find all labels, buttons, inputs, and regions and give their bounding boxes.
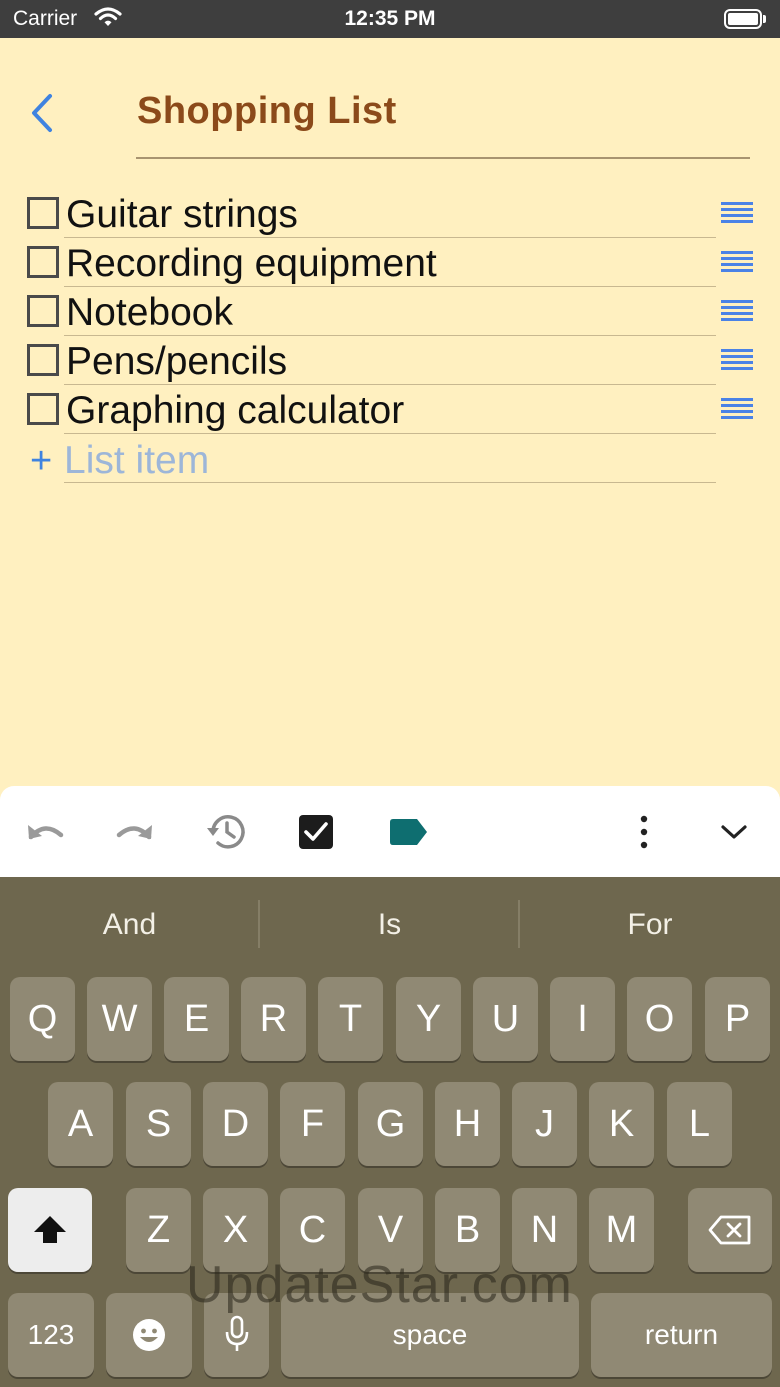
drag-handle-icon[interactable] <box>721 251 753 279</box>
key-t[interactable]: T <box>318 977 383 1061</box>
dictation-key[interactable] <box>204 1293 269 1377</box>
microphone-icon <box>225 1315 248 1351</box>
key-h[interactable]: H <box>435 1082 500 1166</box>
key-k[interactable]: K <box>589 1082 654 1166</box>
clock: 12:35 PM <box>344 7 436 30</box>
key-i[interactable]: I <box>550 977 615 1061</box>
suggestion-2[interactable]: Is <box>260 905 519 945</box>
key-y[interactable]: Y <box>396 977 461 1061</box>
more-vertical-icon <box>640 815 648 849</box>
key-f[interactable]: F <box>280 1082 345 1166</box>
emoji-key[interactable] <box>106 1293 192 1377</box>
key-q[interactable]: Q <box>10 977 75 1061</box>
space-key[interactable]: space <box>281 1293 579 1377</box>
checkbox-toggle-button[interactable] <box>292 808 340 856</box>
key-u[interactable]: U <box>473 977 538 1061</box>
battery-icon <box>724 9 766 29</box>
item-divider <box>64 335 716 336</box>
item-checkbox[interactable] <box>27 393 59 425</box>
drag-handle-icon[interactable] <box>721 349 753 377</box>
shift-arrow-icon <box>34 1216 66 1243</box>
key-r[interactable]: R <box>241 977 306 1061</box>
item-divider <box>64 237 716 238</box>
suggestion-1[interactable]: And <box>0 905 259 945</box>
suggestion-3[interactable]: For <box>520 905 780 945</box>
key-j[interactable]: J <box>512 1082 577 1166</box>
backspace-icon <box>708 1215 751 1245</box>
redo-button[interactable] <box>111 808 159 856</box>
item-checkbox[interactable] <box>27 197 59 229</box>
return-key[interactable]: return <box>591 1293 772 1377</box>
undo-button[interactable] <box>21 808 69 856</box>
label-tag-icon <box>390 819 427 845</box>
drag-handle-icon[interactable] <box>721 398 753 426</box>
key-e[interactable]: E <box>164 977 229 1061</box>
item-divider <box>64 433 716 434</box>
key-z[interactable]: Z <box>126 1188 191 1272</box>
drag-handle-icon[interactable] <box>721 300 753 328</box>
key-m[interactable]: M <box>589 1188 654 1272</box>
item-divider <box>64 384 716 385</box>
key-v[interactable]: V <box>358 1188 423 1272</box>
key-l[interactable]: L <box>667 1082 732 1166</box>
status-bar: Carrier 12:35 PM <box>0 0 780 38</box>
history-icon <box>207 815 245 849</box>
backspace-key[interactable] <box>688 1188 772 1272</box>
key-a[interactable]: A <box>48 1082 113 1166</box>
item-checkbox[interactable] <box>27 295 59 327</box>
item-divider <box>64 286 716 287</box>
drag-handle-icon[interactable] <box>721 202 753 230</box>
key-o[interactable]: O <box>627 977 692 1061</box>
item-label[interactable]: Graphing calculator <box>66 391 404 430</box>
key-p[interactable]: P <box>705 977 770 1061</box>
plus-icon[interactable]: + <box>30 442 52 480</box>
numbers-key[interactable]: 123 <box>8 1293 94 1377</box>
collapse-keyboard-button[interactable] <box>710 808 758 856</box>
undo-icon <box>28 825 64 840</box>
key-g[interactable]: G <box>358 1082 423 1166</box>
chevron-left-icon <box>32 94 52 132</box>
emoji-icon <box>133 1319 165 1351</box>
key-b[interactable]: B <box>435 1188 500 1272</box>
item-divider <box>64 482 716 483</box>
more-options-button[interactable] <box>620 808 668 856</box>
title-divider <box>136 157 750 159</box>
key-w[interactable]: W <box>87 977 152 1061</box>
item-label[interactable]: Notebook <box>66 293 233 332</box>
key-s[interactable]: S <box>126 1082 191 1166</box>
key-c[interactable]: C <box>280 1188 345 1272</box>
label-button[interactable] <box>384 808 432 856</box>
checkbox-toggle-icon <box>299 815 333 849</box>
key-d[interactable]: D <box>203 1082 268 1166</box>
shift-key[interactable] <box>8 1188 92 1272</box>
add-item-input[interactable] <box>64 438 716 484</box>
item-checkbox[interactable] <box>27 344 59 376</box>
item-label[interactable]: Pens/pencils <box>66 342 287 381</box>
item-checkbox[interactable] <box>27 246 59 278</box>
chevron-down-icon <box>721 825 747 839</box>
back-button[interactable] <box>26 92 66 136</box>
redo-icon <box>116 825 152 840</box>
item-label[interactable]: Recording equipment <box>66 244 437 283</box>
history-button[interactable] <box>202 808 250 856</box>
page-title: Shopping List <box>137 90 397 132</box>
item-label[interactable]: Guitar strings <box>66 195 298 234</box>
key-n[interactable]: N <box>512 1188 577 1272</box>
key-x[interactable]: X <box>203 1188 268 1272</box>
